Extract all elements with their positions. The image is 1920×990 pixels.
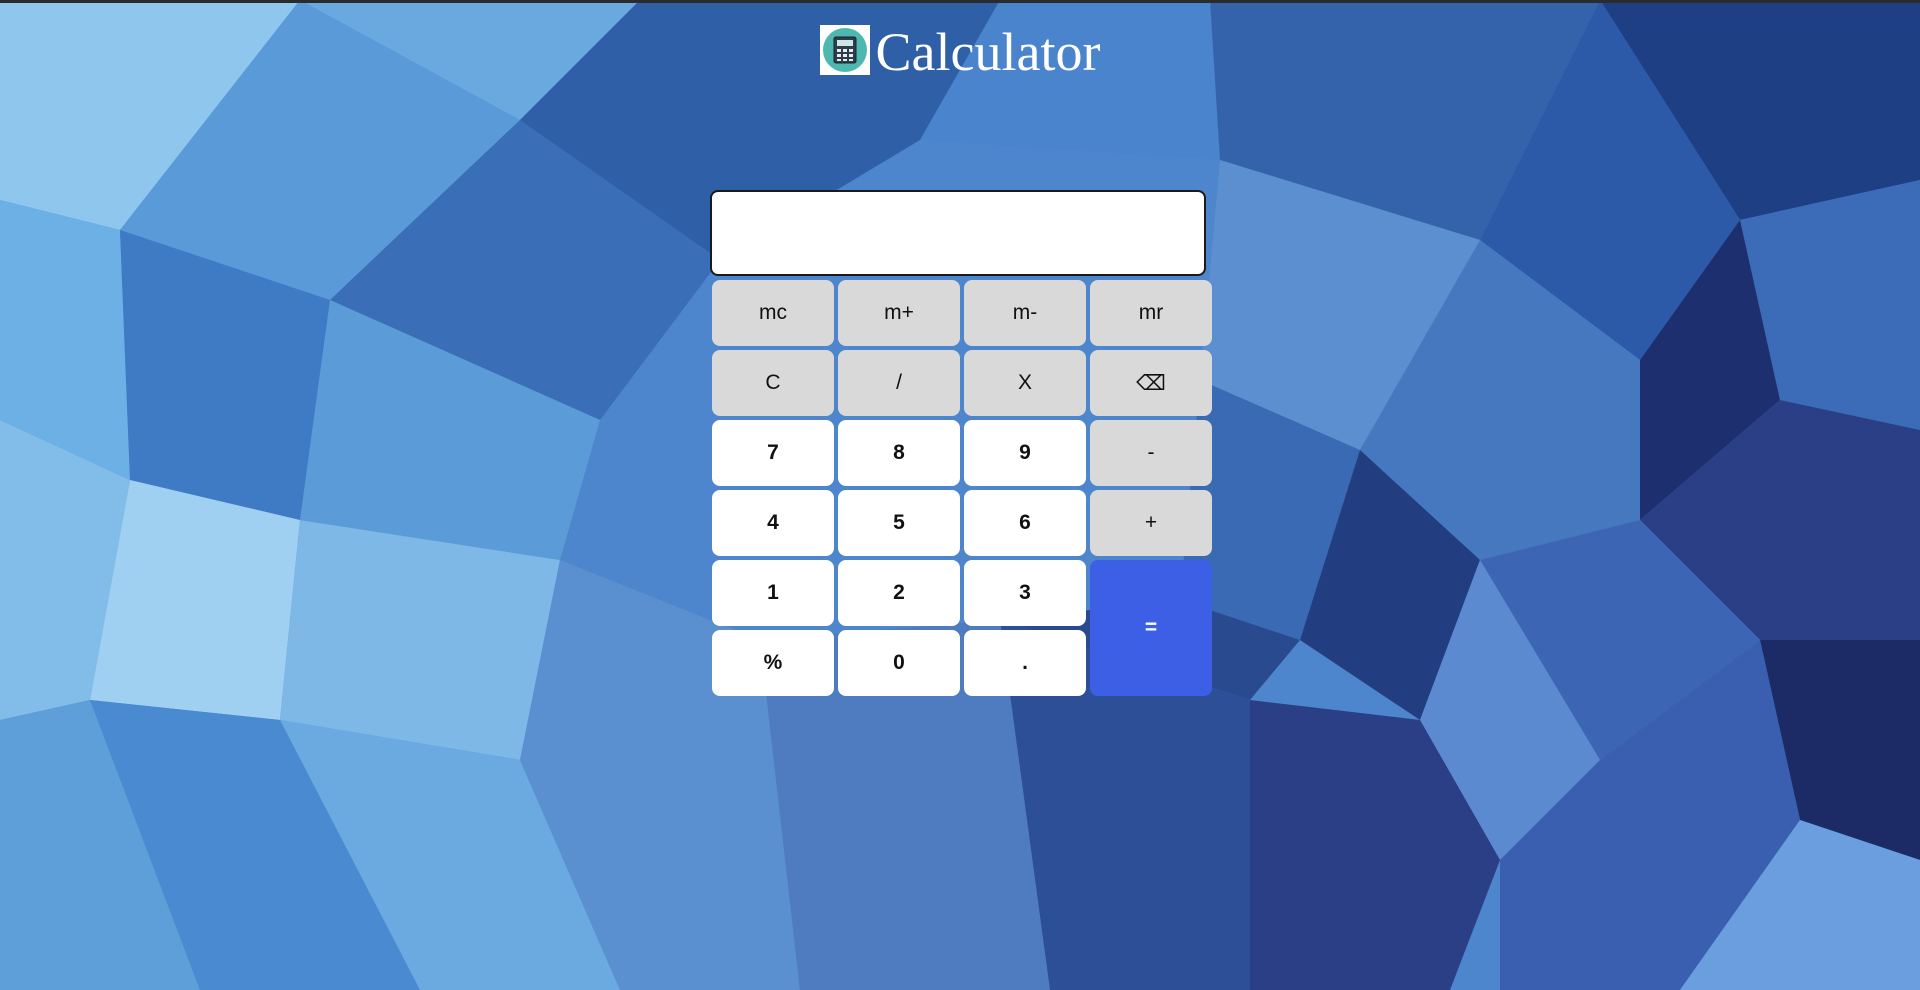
calculator-icon [822,28,867,72]
digit-9-button[interactable]: 9 [964,420,1086,486]
top-border [0,0,1920,3]
backspace-button[interactable]: ⌫ [1090,350,1212,416]
minus-button[interactable]: - [1090,420,1212,486]
multiply-button[interactable]: X [964,350,1086,416]
equals-button[interactable]: = [1090,560,1212,696]
keypad: mc m+ m- mr C / X ⌫ 7 8 9 - 4 5 6 + 1 2 … [710,280,1212,696]
percent-button[interactable]: % [712,630,834,696]
digit-6-button[interactable]: 6 [964,490,1086,556]
digit-0-button[interactable]: 0 [838,630,960,696]
digit-8-button[interactable]: 8 [838,420,960,486]
digit-1-button[interactable]: 1 [712,560,834,626]
memory-recall-button[interactable]: mr [1090,280,1212,346]
digit-4-button[interactable]: 4 [712,490,834,556]
memory-add-button[interactable]: m+ [838,280,960,346]
page-title: Calculator [875,22,1101,82]
calculator: mc m+ m- mr C / X ⌫ 7 8 9 - 4 5 6 + 1 2 … [710,190,1212,696]
calculator-logo [819,25,870,75]
digit-3-button[interactable]: 3 [964,560,1086,626]
page-header: Calculator [0,22,1920,82]
decimal-point-button[interactable]: . [964,630,1086,696]
clear-button[interactable]: C [712,350,834,416]
digit-7-button[interactable]: 7 [712,420,834,486]
digit-2-button[interactable]: 2 [838,560,960,626]
calculator-display[interactable] [710,190,1206,276]
memory-subtract-button[interactable]: m- [964,280,1086,346]
memory-clear-button[interactable]: mc [712,280,834,346]
digit-5-button[interactable]: 5 [838,490,960,556]
divide-button[interactable]: / [838,350,960,416]
plus-button[interactable]: + [1090,490,1212,556]
